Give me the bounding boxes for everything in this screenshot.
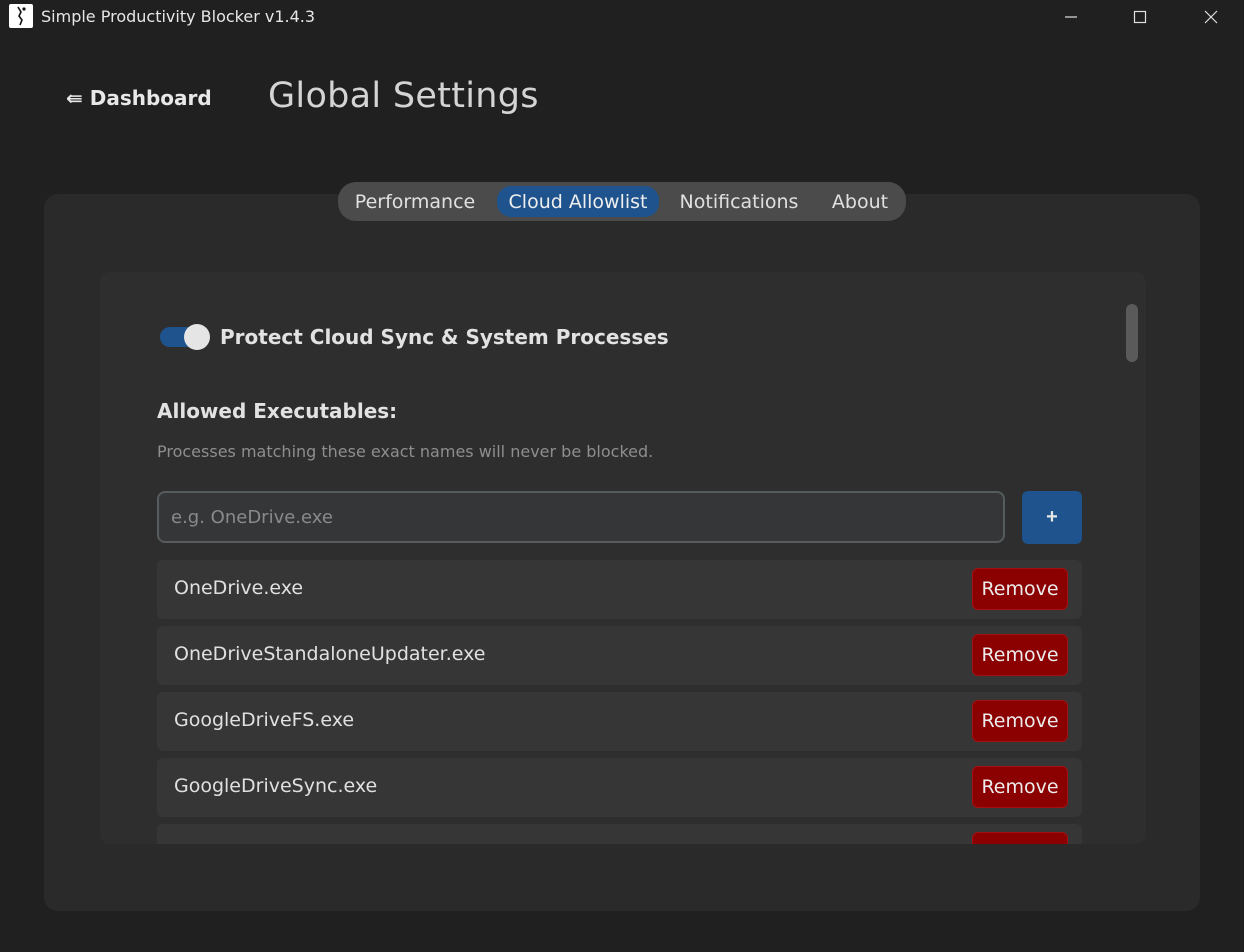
close-icon xyxy=(1204,10,1218,24)
tab-cloud-allowlist[interactable]: Cloud Allowlist xyxy=(497,186,659,217)
remove-button[interactable]: Remove xyxy=(972,634,1068,676)
executable-name: GoogleDriveFS.exe xyxy=(174,709,355,731)
remove-button[interactable]: Remove xyxy=(972,700,1068,742)
allowed-executables-list: OneDrive.exe Remove OneDriveStandaloneUp… xyxy=(157,560,1082,844)
executable-name: OneDriveStandaloneUpdater.exe xyxy=(174,643,486,665)
remove-button[interactable]: Remove xyxy=(972,766,1068,808)
executable-name: OneDrive.exe xyxy=(174,577,304,599)
list-item: OneDrive.exe Remove xyxy=(157,560,1082,619)
close-button[interactable] xyxy=(1176,0,1244,34)
page-title: Global Settings xyxy=(268,76,539,116)
allowed-executables-heading: Allowed Executables: xyxy=(157,399,398,423)
remove-button[interactable]: Remove xyxy=(972,568,1068,610)
maximize-button[interactable] xyxy=(1105,0,1175,34)
list-item: GoogleDriveSync.exe Remove xyxy=(157,758,1082,817)
settings-tabs: Performance Cloud Allowlist Notification… xyxy=(338,182,906,221)
add-executable-button[interactable]: + xyxy=(1022,491,1082,544)
tab-notifications[interactable]: Notifications xyxy=(668,186,810,217)
tab-performance[interactable]: Performance xyxy=(344,186,486,217)
app-logo-icon xyxy=(9,4,33,28)
protect-cloud-sync-label: Protect Cloud Sync & System Processes xyxy=(220,325,669,349)
minimize-button[interactable] xyxy=(1036,0,1106,34)
protect-cloud-sync-toggle[interactable] xyxy=(160,324,210,350)
list-item: Remove xyxy=(157,824,1082,844)
tab-about[interactable]: About xyxy=(820,186,900,217)
window-titlebar: Simple Productivity Blocker v1.4.3 xyxy=(0,0,1244,34)
window-title: Simple Productivity Blocker v1.4.3 xyxy=(41,7,316,26)
list-item: GoogleDriveFS.exe Remove xyxy=(157,692,1082,751)
executable-name: GoogleDriveSync.exe xyxy=(174,775,378,797)
list-item: OneDriveStandaloneUpdater.exe Remove xyxy=(157,626,1082,685)
scrollbar-thumb[interactable] xyxy=(1126,304,1138,362)
maximize-icon xyxy=(1133,10,1147,24)
remove-button[interactable]: Remove xyxy=(972,832,1068,844)
executable-name-input[interactable] xyxy=(157,491,1005,543)
back-to-dashboard-link[interactable]: ⇚ Dashboard xyxy=(66,84,212,112)
allowed-executables-description: Processes matching these exact names wil… xyxy=(157,442,654,461)
minimize-icon xyxy=(1065,16,1077,18)
toggle-knob xyxy=(184,324,210,350)
